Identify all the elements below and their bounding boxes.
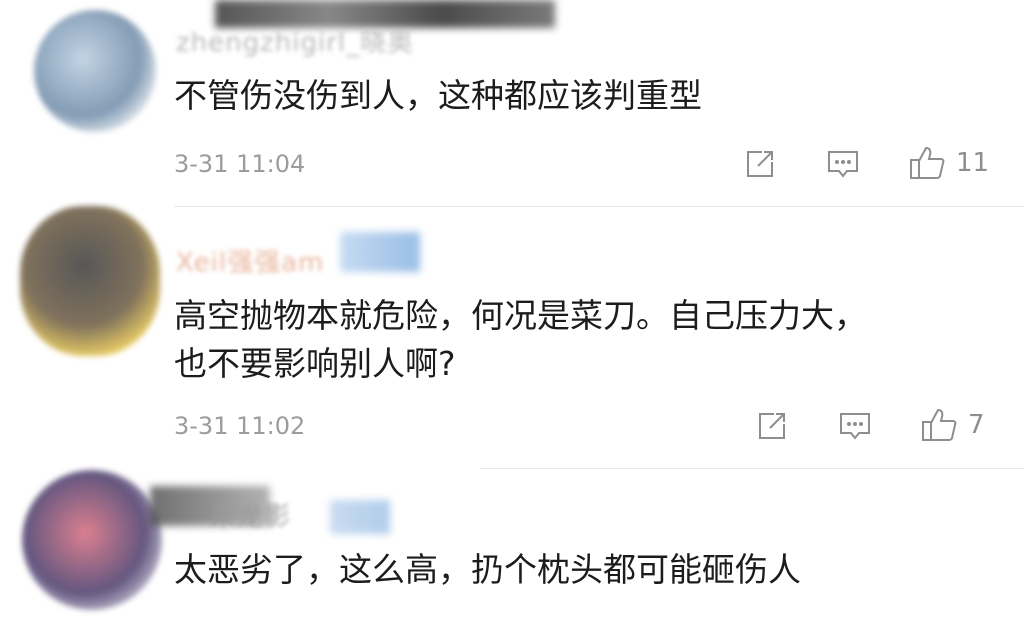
comment-timestamp: 3-31 11:04 <box>174 150 306 178</box>
divider <box>174 206 1024 207</box>
comment-text: 太恶劣了，这么高，扔个枕头都可能砸伤人 <box>174 546 801 594</box>
thumbs-up-icon <box>922 408 957 441</box>
share-icon <box>759 413 785 439</box>
comment-text-line: 也不要影响别人啊? <box>174 344 456 383</box>
username[interactable]: 朱龙影 <box>210 496 291 533</box>
comment-text-line: 不管伤没伤到人，这种都应该判重型 <box>174 76 702 115</box>
like-count: 7 <box>968 410 985 440</box>
avatar[interactable] <box>22 470 162 610</box>
comment-text-line: 太恶劣了，这么高，扔个枕头都可能砸伤人 <box>174 550 801 589</box>
comment-icon <box>840 413 870 440</box>
reply-button[interactable] <box>838 410 872 442</box>
comment-text: 不管伤没伤到人，这种都应该判重型 <box>174 72 702 120</box>
like-button[interactable]: 7 <box>920 406 985 444</box>
redacted-badge-scribble <box>340 232 420 272</box>
comment-timestamp: 3-31 11:02 <box>174 412 306 440</box>
username[interactable]: Xeil强强am <box>176 242 324 279</box>
share-button[interactable] <box>744 148 776 180</box>
avatar[interactable] <box>20 206 160 356</box>
comment-text-line: 高空抛物本就危险，何况是菜刀。自己压力大， <box>174 296 867 335</box>
like-button[interactable]: 11 <box>908 144 989 182</box>
divider <box>480 468 1024 469</box>
thumbs-up-icon <box>910 146 945 179</box>
comment-icon <box>828 151 858 178</box>
share-button[interactable] <box>756 410 788 442</box>
share-icon <box>747 151 773 177</box>
avatar[interactable] <box>34 10 156 132</box>
username[interactable]: zhengzhigirl_晓奥 <box>176 22 414 59</box>
like-count: 11 <box>956 148 990 178</box>
redacted-badge-scribble <box>330 500 390 534</box>
reply-button[interactable] <box>826 148 860 180</box>
comment-text: 高空抛物本就危险，何况是菜刀。自己压力大， 也不要影响别人啊? <box>174 292 867 388</box>
